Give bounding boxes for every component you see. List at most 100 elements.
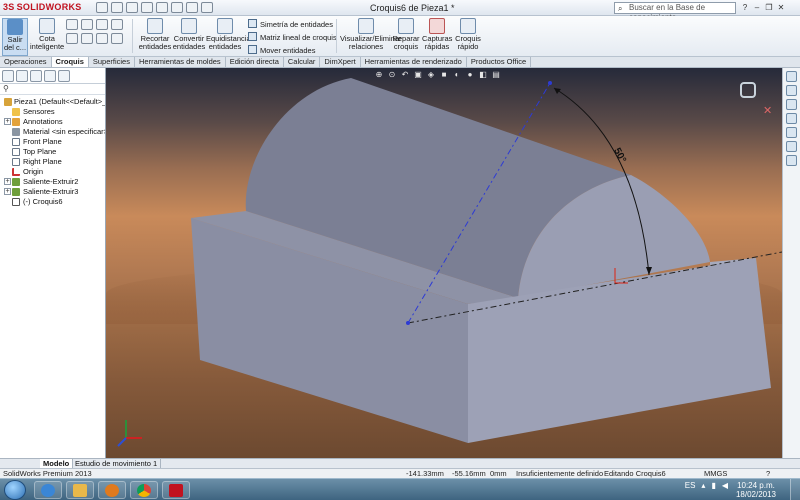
tree-item-extrude3[interactable]: + Saliente-Extruir3	[2, 187, 105, 197]
taskbar-media-player[interactable]	[98, 481, 126, 499]
dimxpert-manager-icon[interactable]	[44, 70, 56, 82]
tree-item-sketch6[interactable]: (-) Croquis6	[2, 197, 105, 207]
status-bar: SolidWorks Premium 2013 -141.33mm -55.16…	[0, 468, 800, 478]
minimize-icon[interactable]: –	[752, 2, 762, 13]
tree-item-annotations[interactable]: + Annotations	[2, 117, 105, 127]
feature-tree: Pieza1 (Default<<Default>_Dis Sensores +…	[0, 95, 105, 207]
line-icon[interactable]	[66, 19, 78, 30]
design-library-icon[interactable]	[786, 85, 797, 96]
tree-item-top-plane[interactable]: Top Plane	[2, 147, 105, 157]
tree-item-right-plane[interactable]: Right Plane	[2, 157, 105, 167]
feature-manager-icon[interactable]	[2, 70, 14, 82]
tree-item-extrude2[interactable]: + Saliente-Extruir2	[2, 177, 105, 187]
linear-pattern-button[interactable]: Matriz lineal de croquis	[248, 32, 337, 42]
select-icon[interactable]	[171, 2, 183, 13]
new-document-icon[interactable]	[96, 2, 108, 13]
tab-croquis[interactable]: Croquis	[51, 57, 89, 67]
tab-operaciones[interactable]: Operaciones	[0, 57, 52, 67]
sketch-point[interactable]	[406, 321, 410, 325]
print-icon[interactable]	[141, 2, 153, 13]
solidworks-logo[interactable]: 3S SOLIDWORKS	[3, 2, 82, 12]
point-icon[interactable]	[111, 33, 123, 44]
tree-item-front-plane[interactable]: Front Plane	[2, 137, 105, 147]
help-status-icon[interactable]: ?	[766, 469, 770, 478]
display-manager-icon[interactable]	[58, 70, 70, 82]
language-indicator[interactable]: ES	[685, 481, 696, 490]
clock[interactable]: 10:24 p.m. 18/02/2013	[736, 481, 776, 499]
tab-herramientas-de-renderizado[interactable]: Herramientas de renderizado	[361, 57, 467, 67]
offset-entities-button[interactable]: Equidistanciar entidades	[206, 18, 253, 51]
tab-productos-office[interactable]: Productos Office	[467, 57, 532, 67]
convert-entities-button[interactable]: Convertir entidades	[172, 18, 206, 51]
tab-estudio-de-movimiento[interactable]: Estudio de movimiento 1	[72, 459, 162, 468]
rectangle-icon[interactable]	[66, 33, 78, 44]
tree-item-part[interactable]: Pieza1 (Default<<Default>_Dis	[2, 97, 105, 107]
view-palette-icon[interactable]	[786, 127, 797, 138]
options-icon[interactable]	[201, 2, 213, 13]
property-manager-icon[interactable]	[16, 70, 28, 82]
taskbar-solidworks[interactable]	[162, 481, 190, 499]
arc-icon[interactable]	[81, 33, 93, 44]
circle-icon[interactable]	[81, 19, 93, 30]
trim-icon	[147, 18, 163, 34]
quick-snaps-button[interactable]: Capturas rápidas	[422, 18, 452, 51]
show-desktop-button[interactable]	[790, 479, 800, 500]
taskbar-explorer[interactable]	[66, 481, 94, 499]
save-icon[interactable]	[126, 2, 138, 13]
start-button-icon[interactable]	[4, 480, 26, 500]
tree-item-material[interactable]: Material <sin especificar>	[2, 127, 105, 137]
graphics-area[interactable]: ⊕ ⊙ ↶ ▣ ◈ ■ ◐ ● ◧ ▤ 50° ✕	[106, 68, 782, 458]
tab-herramientas-de-moldes[interactable]: Herramientas de moldes	[135, 57, 226, 67]
file-explorer-icon[interactable]	[786, 99, 797, 110]
sketch-definition-status: Insuficientemente definido	[516, 469, 604, 478]
exit-sketch-button[interactable]: Salir del c...	[2, 18, 28, 56]
unit-system[interactable]: MMGS	[704, 469, 727, 478]
custom-properties-icon[interactable]	[786, 155, 797, 166]
search-results-icon[interactable]	[786, 113, 797, 124]
tab-modelo[interactable]: Modelo	[40, 459, 74, 468]
volume-icon[interactable]: ◀	[722, 481, 728, 490]
tray-arrow-icon[interactable]: ▴	[701, 481, 705, 490]
text-icon[interactable]	[111, 19, 123, 30]
tab-dimxpert[interactable]: DimXpert	[320, 57, 361, 67]
spline-icon[interactable]	[96, 19, 108, 30]
open-file-icon[interactable]	[111, 2, 123, 13]
undo-icon[interactable]	[156, 2, 168, 13]
rapid-sketch-button[interactable]: Croquis rápido	[454, 18, 482, 51]
tree-item-sensores[interactable]: Sensores	[2, 107, 105, 117]
help-icon[interactable]: ?	[740, 2, 750, 13]
cursor-z-coordinate: 0mm	[490, 469, 507, 478]
restore-icon[interactable]: ❐	[764, 2, 774, 13]
tab-calcular[interactable]: Calcular	[284, 57, 321, 67]
solidworks-app-icon	[169, 484, 183, 497]
close-icon[interactable]: ✕	[776, 2, 786, 13]
rebuild-icon[interactable]	[186, 2, 198, 13]
display-delete-relations-button[interactable]: Visualizar/Eliminar relaciones	[340, 18, 402, 51]
configuration-manager-icon[interactable]	[30, 70, 42, 82]
tab-superficies[interactable]: Superficies	[89, 57, 135, 67]
tree-item-origin[interactable]: Origin	[2, 167, 105, 177]
trim-entities-button[interactable]: Recortar entidades	[138, 18, 172, 51]
expand-icon[interactable]: +	[4, 178, 11, 185]
confirmation-corner-icon[interactable]	[740, 82, 756, 98]
windows-taskbar: ES ▴ ▮ ◀ 10:24 p.m. 18/02/2013	[0, 478, 800, 500]
cancel-sketch-icon[interactable]: ✕	[763, 104, 772, 117]
appearances-icon[interactable]	[786, 141, 797, 152]
origin-icon	[12, 168, 20, 176]
move-entities-button[interactable]: Mover entidades	[248, 45, 315, 55]
smart-dimension-button[interactable]: Cota inteligente	[30, 18, 64, 51]
expand-icon[interactable]: +	[4, 118, 11, 125]
mirror-entities-button[interactable]: Simetría de entidades	[248, 19, 333, 29]
expand-icon[interactable]: +	[4, 188, 11, 195]
repair-sketch-button[interactable]: Reparar croquis	[392, 18, 420, 51]
knowledge-base-search-input[interactable]: ⌕Buscar en la Base de conocimiento	[614, 2, 736, 22]
resources-icon[interactable]	[786, 71, 797, 82]
taskbar-ie[interactable]	[34, 481, 62, 499]
network-icon[interactable]: ▮	[711, 481, 715, 490]
slot-icon[interactable]	[96, 33, 108, 44]
sketch-point[interactable]	[548, 81, 552, 85]
taskbar-chrome[interactable]	[130, 481, 158, 499]
tree-filter[interactable]: ⚲	[0, 84, 105, 95]
part-model	[117, 78, 782, 447]
tab-edicion-directa[interactable]: Edición directa	[226, 57, 284, 67]
